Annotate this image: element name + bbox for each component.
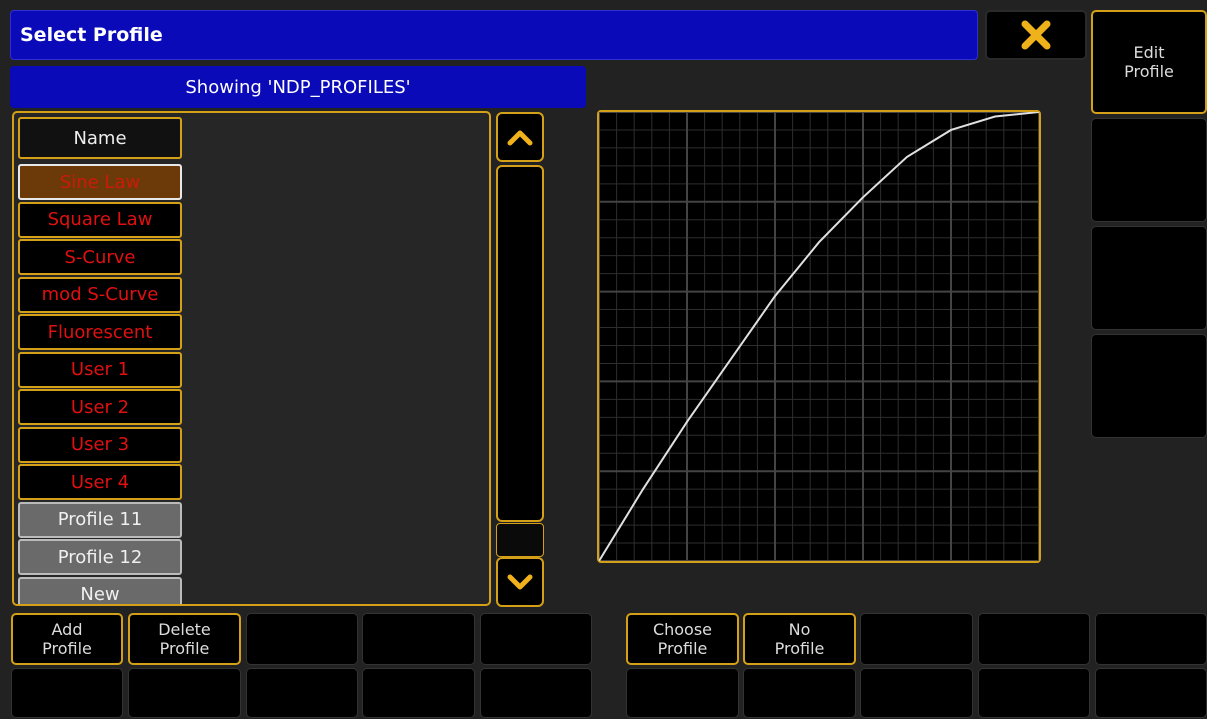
window-title: Select Profile: [20, 24, 163, 46]
empty-button[interactable]: [626, 668, 739, 718]
empty-button[interactable]: [743, 668, 856, 718]
empty-button[interactable]: [246, 668, 358, 718]
profile-list-item[interactable]: Fluorescent: [18, 314, 182, 350]
curve-line: [598, 111, 1040, 562]
close-button[interactable]: [985, 10, 1087, 60]
empty-button[interactable]: [978, 668, 1090, 718]
empty-button[interactable]: [128, 668, 241, 718]
empty-button[interactable]: [11, 668, 123, 718]
profile-list-item[interactable]: User 2: [18, 389, 182, 425]
empty-side-button[interactable]: [1091, 334, 1207, 438]
curve-plot: [598, 111, 1040, 562]
profile-list-item[interactable]: mod S-Curve: [18, 276, 182, 313]
showing-label: Showing 'NDP_PROFILES': [185, 76, 411, 98]
profile-list-item[interactable]: User 3: [18, 426, 182, 463]
chevron-down-icon: [507, 574, 533, 590]
profile-list-item[interactable]: New: [18, 576, 182, 604]
title-bar: Select Profile: [10, 10, 978, 60]
chevron-up-icon: [507, 130, 533, 146]
add-profile-button[interactable]: Add Profile: [11, 613, 123, 665]
profile-list-item[interactable]: Sine Law: [18, 164, 182, 200]
empty-button[interactable]: [978, 613, 1090, 665]
profile-list-item[interactable]: Square Law: [18, 201, 182, 238]
no-profile-button[interactable]: No Profile: [743, 613, 856, 665]
profile-curve-graph: [597, 110, 1041, 563]
empty-button[interactable]: [246, 613, 358, 665]
profile-list-item[interactable]: Profile 12: [18, 539, 182, 575]
choose-profile-button[interactable]: Choose Profile: [626, 613, 739, 665]
empty-button[interactable]: [480, 613, 592, 665]
delete-profile-button[interactable]: Delete Profile: [128, 613, 241, 665]
empty-button[interactable]: [362, 613, 475, 665]
showing-filter-bar: Showing 'NDP_PROFILES': [10, 66, 586, 108]
empty-button[interactable]: [1095, 613, 1207, 665]
name-column-header[interactable]: Name: [18, 117, 182, 159]
empty-button[interactable]: [362, 668, 475, 718]
empty-side-button[interactable]: [1091, 226, 1207, 330]
scrollbar-track-lower[interactable]: [496, 523, 544, 557]
scrollbar-track[interactable]: [496, 165, 544, 522]
empty-button[interactable]: [860, 668, 973, 718]
x-icon: [1021, 20, 1051, 50]
empty-button[interactable]: [860, 613, 973, 665]
profile-list-item[interactable]: S-Curve: [18, 239, 182, 275]
scroll-down-button[interactable]: [496, 557, 544, 607]
profile-list-item[interactable]: Profile 11: [18, 501, 182, 538]
profile-list-item[interactable]: User 4: [18, 464, 182, 500]
scroll-up-button[interactable]: [496, 112, 544, 162]
profile-list-item[interactable]: User 1: [18, 351, 182, 388]
empty-side-button[interactable]: [1091, 118, 1207, 222]
edit-profile-button[interactable]: Edit Profile: [1091, 10, 1207, 114]
empty-button[interactable]: [1095, 668, 1207, 718]
empty-button[interactable]: [480, 668, 592, 718]
profile-list: Name Sine Law Square Law S-Curve mod S-Curv…: [12, 111, 491, 606]
